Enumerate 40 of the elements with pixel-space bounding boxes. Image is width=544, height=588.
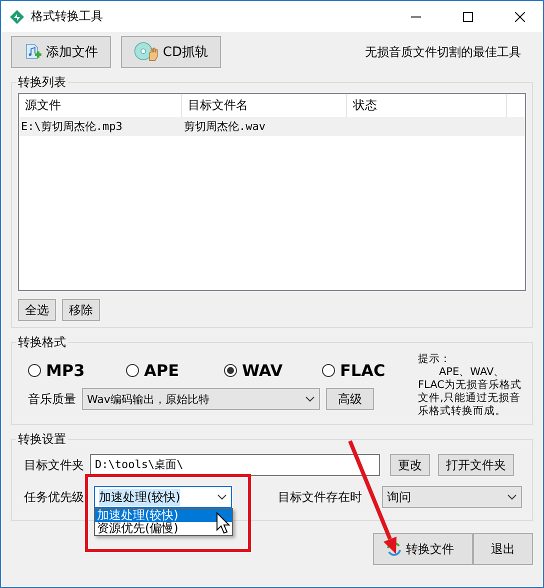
maximize-icon — [463, 12, 473, 22]
open-folder-button[interactable]: 打开文件夹 — [438, 454, 514, 476]
window-title: 格式转换工具 — [31, 8, 104, 25]
exists-label: 目标文件存在时 — [278, 488, 362, 506]
chevron-down-icon — [305, 396, 315, 402]
priority-dropdown[interactable]: 加速处理(较快) — [94, 486, 232, 508]
exists-dropdown[interactable]: 询问 — [382, 486, 522, 508]
select-all-button[interactable]: 全选 — [18, 299, 56, 321]
priority-label: 任务优先级 — [24, 488, 84, 506]
format-radio[interactable]: FLAC — [322, 361, 414, 380]
remove-button[interactable]: 移除 — [62, 299, 100, 321]
priority-option[interactable]: 加速处理(较快) — [95, 509, 232, 522]
format-radio[interactable]: WAV — [224, 361, 316, 380]
change-button[interactable]: 更改 — [390, 454, 430, 476]
chevron-down-icon — [507, 494, 517, 500]
convert-button[interactable]: 转换文件 — [373, 533, 473, 565]
app-icon — [9, 8, 25, 24]
folder-field[interactable]: D:\tools\桌面\ — [90, 454, 380, 476]
format-radio[interactable]: APE — [126, 361, 218, 380]
group-title: 转换列表 — [16, 74, 68, 91]
chevron-down-icon — [217, 494, 227, 500]
table-cell-text: E:\剪切周杰伦.mp3 — [20, 119, 124, 135]
cd-rip-button[interactable]: CD抓轨 — [121, 36, 221, 68]
hint-text: APE、WAV、FLAC为无损音乐格式文件,只能通过无损音乐格式转换而成。 — [418, 366, 522, 418]
list-row[interactable]: E:\剪切周杰伦.mp3 剪切周杰伦.wav — [19, 117, 525, 136]
priority-option[interactable]: 资源优先(偏慢) — [95, 522, 232, 535]
slogan-text: 无损音质文件切割的最佳工具 — [365, 44, 521, 60]
quality-label: 音乐质量 — [28, 390, 76, 408]
add-file-button[interactable]: 添加文件 — [11, 36, 111, 68]
advanced-button[interactable]: 高级 — [326, 388, 374, 410]
folder-label: 目标文件夹 — [24, 456, 84, 474]
group-title: 转换设置 — [16, 431, 68, 448]
close-icon — [515, 12, 525, 22]
hint-title: 提示： — [418, 353, 452, 366]
table-cell-text: 剪切周杰伦.wav — [183, 119, 266, 135]
exit-button[interactable]: 退出 — [473, 533, 533, 565]
quality-dropdown[interactable]: Wav编码输出，原始比特 — [82, 388, 320, 410]
group-title: 转换格式 — [16, 334, 68, 351]
convert-icon — [386, 541, 402, 557]
format-radio[interactable]: MP3 — [28, 361, 120, 380]
